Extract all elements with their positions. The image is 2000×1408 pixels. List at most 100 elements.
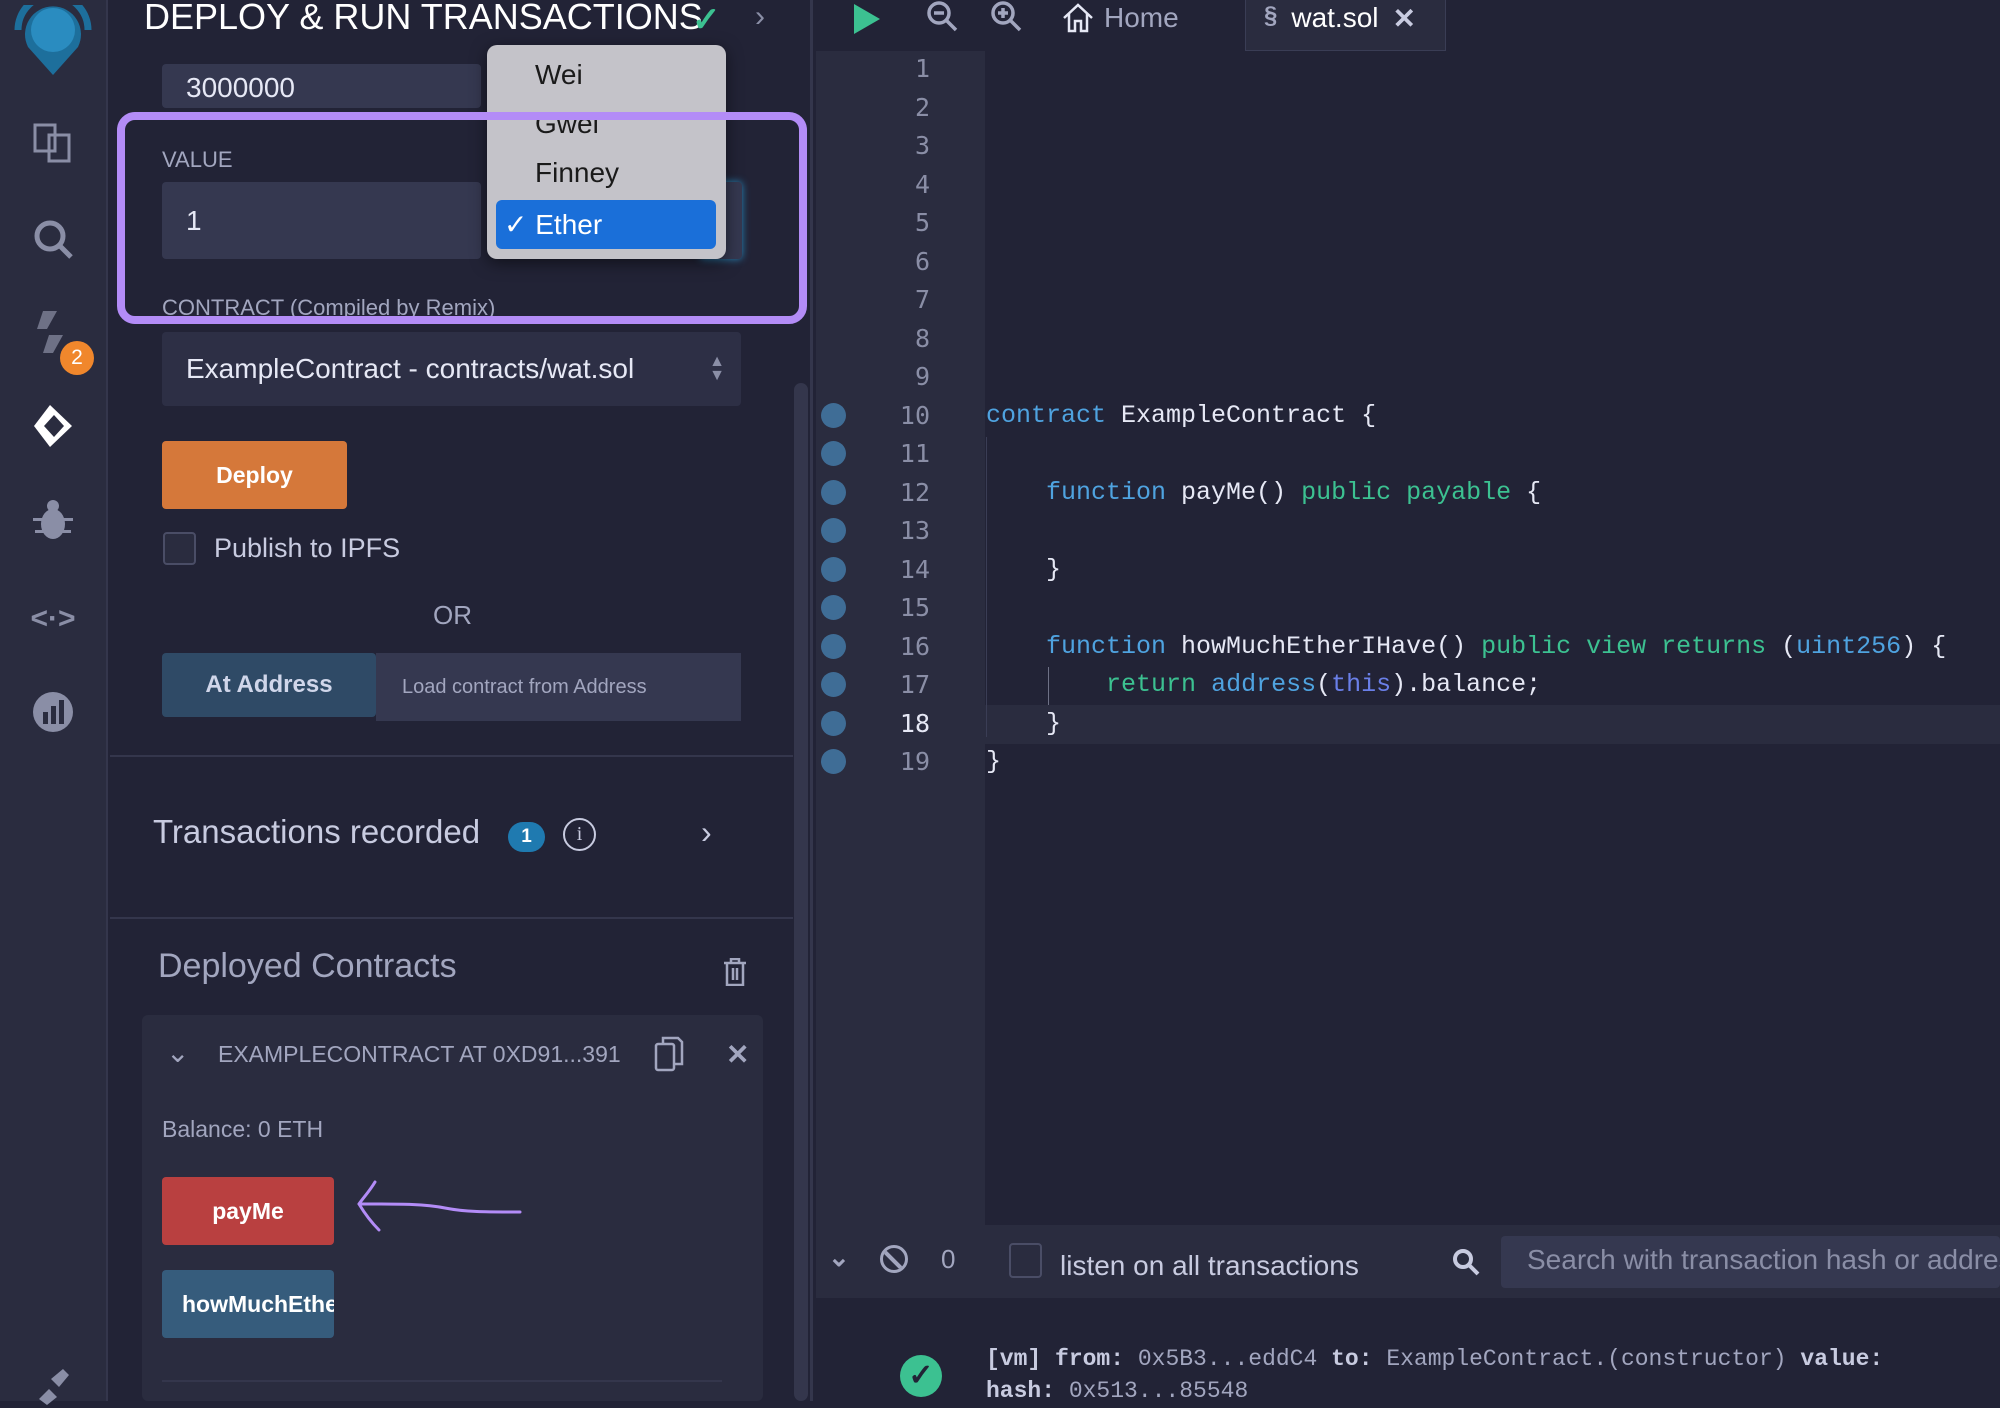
code-line[interactable]: function payMe() public payable { xyxy=(986,474,1541,512)
search-placeholder: Search with transaction hash or address xyxy=(1527,1244,2000,1275)
terminal-log-hash[interactable]: hash: 0x513...85548 xyxy=(986,1378,1248,1404)
code-line[interactable]: } xyxy=(986,551,1061,589)
info-icon[interactable]: i xyxy=(563,818,596,851)
success-icon: ✓ xyxy=(900,1355,942,1397)
listen-checkbox[interactable] xyxy=(1009,1243,1042,1278)
code-line[interactable]: } xyxy=(986,743,1001,781)
contract-balance: Balance: 0 ETH xyxy=(162,1116,324,1142)
divider xyxy=(162,1380,722,1382)
gas-limit-input[interactable]: 3000000 xyxy=(162,64,481,108)
breakpoint-marker[interactable] xyxy=(821,518,846,543)
collapse-terminal-icon[interactable]: ⌄ xyxy=(828,1242,850,1273)
icon-sidebar: 2 <·> xyxy=(0,0,108,1405)
close-icon[interactable]: ✕ xyxy=(726,1038,749,1071)
solidity-compiler-icon[interactable]: 2 xyxy=(30,309,94,375)
code-token: public view returns xyxy=(1481,631,1767,661)
pending-count: 0 xyxy=(941,1244,956,1274)
copy-icon[interactable] xyxy=(654,1036,684,1077)
gas-limit-value: 3000000 xyxy=(186,72,296,103)
line-number: 6 xyxy=(914,246,930,276)
breakpoint-marker[interactable] xyxy=(821,556,846,582)
udapp-icon[interactable]: <·> xyxy=(30,596,76,642)
at-address-input[interactable]: Load contract from Address xyxy=(376,653,741,721)
code-token: this xyxy=(1331,670,1392,699)
select-arrows-icon: ▲ ▼ xyxy=(709,353,725,384)
chevron-right-icon[interactable]: › xyxy=(755,0,765,34)
breakpoint-marker[interactable] xyxy=(821,402,846,428)
breakpoint-marker[interactable] xyxy=(821,595,846,620)
tab-home-label: Home xyxy=(1104,2,1179,33)
code-token: payMe() xyxy=(1166,477,1302,507)
code-token: contract xyxy=(986,400,1107,430)
clear-terminal-icon[interactable] xyxy=(880,1245,908,1273)
code-token: ) { xyxy=(1901,631,1947,661)
code-token: } xyxy=(986,747,1002,776)
breakpoint-marker[interactable] xyxy=(821,633,846,659)
code-line[interactable]: contract ExampleContract { xyxy=(986,397,1376,435)
deployed-contracts-label: Deployed Contracts xyxy=(158,947,457,985)
breakpoint-marker[interactable] xyxy=(821,479,846,505)
line-number: 3 xyxy=(914,131,930,160)
code-token: function xyxy=(1046,631,1167,661)
howmuchether-button[interactable]: howMuchEthe xyxy=(162,1270,334,1338)
tab-wat-sol-label: wat.sol xyxy=(1291,2,1379,33)
code-token: { xyxy=(1511,477,1542,507)
code-token: public payable xyxy=(1301,477,1512,507)
log-token: from: xyxy=(1041,1346,1125,1372)
file-explorer-icon[interactable] xyxy=(30,120,76,166)
contract-instance-title[interactable]: EXAMPLECONTRACT AT 0XD91...391 xyxy=(218,1041,623,1068)
chevron-down-icon[interactable]: ⌄ xyxy=(166,1036,189,1069)
log-token: ExampleContract.(constructor) xyxy=(1372,1346,1801,1372)
active-line-highlight xyxy=(985,705,2000,744)
plugin-icon[interactable] xyxy=(30,1362,76,1408)
terminal-search-input[interactable]: Search with transaction hash or address xyxy=(1501,1236,2000,1288)
publish-ipfs-checkbox[interactable] xyxy=(163,532,196,565)
contract-select[interactable]: ExampleContract - contracts/wat.sol ▲ ▼ xyxy=(162,332,741,406)
trash-icon[interactable] xyxy=(723,957,747,987)
panel-scrollbar[interactable] xyxy=(794,383,808,1401)
payme-button[interactable]: payMe xyxy=(162,1177,334,1245)
tab-home[interactable]: Home xyxy=(1062,0,1179,36)
chevron-right-icon[interactable]: › xyxy=(701,814,712,851)
deploy-button[interactable]: Deploy xyxy=(162,441,347,509)
close-tab-icon[interactable]: ✕ xyxy=(1393,2,1416,35)
breakpoint-marker[interactable] xyxy=(821,749,846,774)
log-token: value: xyxy=(1800,1346,1884,1372)
code-line[interactable]: } xyxy=(986,705,1061,743)
line-number: 5 xyxy=(914,208,930,237)
tab-wat-sol[interactable]: § wat.sol ✕ xyxy=(1245,0,1446,51)
zoom-out-icon[interactable] xyxy=(926,0,958,37)
breakpoint-marker[interactable] xyxy=(821,441,846,466)
transactions-recorded-label[interactable]: Transactions recorded xyxy=(153,813,480,851)
at-address-button[interactable]: At Address xyxy=(162,653,376,717)
remix-logo-icon[interactable] xyxy=(10,5,96,75)
breakpoint-marker[interactable] xyxy=(821,672,846,697)
debugger-icon[interactable] xyxy=(30,497,76,543)
arrow-annotation-icon xyxy=(357,1180,522,1232)
line-number: 4 xyxy=(914,169,930,199)
zoom-in-icon[interactable] xyxy=(990,0,1022,37)
terminal-log-line[interactable]: [vm] from: 0x5B3...eddC4 to: ExampleCont… xyxy=(986,1346,1883,1372)
log-token: 0x513...85548 xyxy=(1055,1378,1249,1404)
analysis-icon[interactable] xyxy=(30,689,76,735)
code-token: uint256 xyxy=(1796,631,1902,661)
run-icon[interactable] xyxy=(852,2,882,41)
code-line[interactable]: function howMuchEtherIHave() public view… xyxy=(986,628,1946,666)
breakpoint-marker[interactable] xyxy=(821,710,846,736)
listen-label: listen on all transactions xyxy=(1060,1250,1359,1281)
at-address-placeholder: Load contract from Address xyxy=(402,675,647,698)
code-token: return xyxy=(1106,670,1197,699)
code-token: ).balance; xyxy=(1391,670,1542,699)
unit-option-wei[interactable]: Wei xyxy=(535,59,583,91)
line-number: 8 xyxy=(914,323,930,353)
code-token: howMuchEtherIHave() xyxy=(1166,631,1482,661)
code-token: function xyxy=(1046,477,1167,507)
search-icon[interactable] xyxy=(30,216,76,262)
deploy-run-icon[interactable] xyxy=(30,403,76,449)
divider xyxy=(110,755,793,757)
highlight-annotation xyxy=(117,112,807,324)
code-line[interactable]: return address(this).balance; xyxy=(986,666,1541,704)
code-token: } xyxy=(986,554,1062,584)
